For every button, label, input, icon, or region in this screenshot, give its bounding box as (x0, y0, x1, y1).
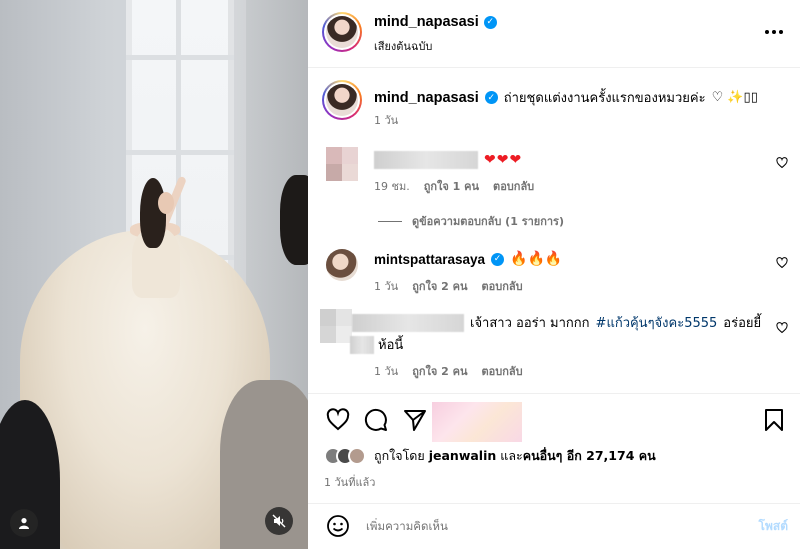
author-username[interactable]: mind_napasasi (374, 14, 479, 30)
verified-icon: ✓ (483, 15, 497, 29)
view-replies-dash (378, 220, 402, 222)
media-person (220, 380, 308, 549)
comment-meta: 1 วัน ถูกใจ 2 คน ตอบกลับ (374, 362, 523, 380)
comment-username-hidden[interactable] (374, 151, 478, 169)
likes-prefix: ถูกใจโดย (374, 448, 425, 463)
more-icon (772, 30, 776, 34)
comment-input[interactable] (366, 515, 726, 537)
comment-avatar[interactable] (326, 147, 358, 181)
media-window-frame (126, 150, 234, 155)
comment-time[interactable]: 1 วัน (374, 362, 398, 380)
comment-text-line2: ห้อนี้ (378, 338, 404, 353)
post-header: mind_napasasi ✓ เสียงต้นฉบับ (308, 0, 800, 68)
comment-time[interactable]: 1 วัน (374, 277, 398, 295)
more-options-button[interactable] (762, 22, 786, 42)
verified-icon: ✓ (484, 91, 498, 104)
reply-button[interactable]: ตอบกลับ (493, 177, 534, 195)
post-actions: ถูกใจโดย jeanwalin และคนอื่นๆ อีก 27,174… (308, 393, 800, 503)
comment-text: เจ้าสาว ออร่า มากกก (470, 316, 590, 331)
comment-line: ❤❤❤ (374, 151, 522, 169)
author-avatar[interactable] (322, 12, 362, 52)
comment-likes[interactable]: ถูกใจ 2 คน (412, 362, 467, 380)
user-tag-button[interactable] (10, 509, 38, 537)
caption-username[interactable]: mind_napasasi (374, 90, 479, 106)
send-icon[interactable] (403, 408, 427, 432)
comment-likes[interactable]: ถูกใจ 1 คน (424, 177, 479, 195)
liker-username[interactable]: jeanwalin (429, 448, 497, 463)
comment-text-cont: อร่อยยี้ (723, 316, 762, 331)
likes-text: ถูกใจโดย jeanwalin และคนอื่นๆ อีก 27,174… (374, 446, 656, 466)
liker-avatar (348, 447, 366, 465)
comment-meta: 1 วัน ถูกใจ 2 คน ตอบกลับ (374, 277, 523, 295)
mute-button[interactable] (265, 507, 293, 535)
caption-time[interactable]: 1 วัน (374, 111, 398, 129)
view-replies-label: ดูข้อความตอบกลับ (1 รายการ) (412, 215, 564, 228)
comments-list[interactable]: mind_napasasi ✓ ถ่ายชุดแต่งงานครั้งแรกขอ… (308, 69, 800, 393)
comment-like-icon[interactable] (776, 157, 788, 169)
post-date[interactable]: 1 วันที่แล้ว (324, 473, 375, 491)
emoji-icon[interactable] (326, 514, 350, 538)
audio-label[interactable]: เสียงต้นฉบับ (374, 37, 432, 55)
author-avatar[interactable] (322, 80, 362, 120)
mute-icon (272, 514, 286, 528)
caption-line: mind_napasasi ✓ ถ่ายชุดแต่งงานครั้งแรกขอ… (374, 87, 758, 108)
comment-like-icon[interactable] (776, 257, 788, 269)
likes-others[interactable]: คนอื่นๆ อีก 27,174 คน (523, 448, 656, 463)
post-panel: mind_napasasi ✓ เสียงต้นฉบับ mind_napasa… (308, 0, 800, 549)
comment-text: 🔥🔥🔥 (510, 251, 563, 267)
comment-username[interactable]: mintspattarasaya (374, 252, 485, 267)
blurred-sticker (432, 402, 522, 442)
view-replies-button[interactable]: ดูข้อความตอบกลับ (1 รายการ) (378, 212, 564, 230)
comment-text: ❤❤❤ (484, 152, 523, 168)
post-comment-button[interactable]: โพสต์ (759, 517, 788, 536)
comment-username-hidden[interactable] (352, 313, 464, 332)
author-username-row: mind_napasasi ✓ (374, 14, 497, 30)
comment-likes[interactable]: ถูกใจ 2 คน (412, 277, 467, 295)
more-icon (779, 30, 783, 34)
comment-avatar[interactable] (320, 309, 352, 343)
reply-button[interactable]: ตอบกลับ (482, 277, 523, 295)
reply-button[interactable]: ตอบกลับ (482, 362, 523, 380)
comment-like-icon[interactable] (776, 322, 788, 334)
comment-hashtag[interactable]: #แก้วคุ้นๆจังคะ5555 (596, 312, 718, 333)
caption-emoji: ♡ ✨▯▯ (711, 90, 758, 105)
add-comment-bar: โพสต์ (308, 503, 800, 549)
comment-time[interactable]: 19 ชม. (374, 177, 410, 195)
bookmark-icon[interactable] (762, 408, 786, 432)
likes-middle: และ (500, 448, 523, 463)
media-person (280, 175, 308, 265)
verified-icon: ✓ (491, 252, 505, 266)
heart-icon[interactable] (326, 408, 350, 432)
comment-line: mintspattarasaya ✓ 🔥🔥🔥 (374, 251, 562, 267)
comment-avatar[interactable] (326, 249, 358, 281)
comment-avatar-hidden (350, 335, 374, 354)
user-icon (19, 518, 29, 529)
caption-text: ถ่ายชุดแต่งงานครั้งแรกของหมวยค่ะ (503, 91, 706, 106)
media-figure (158, 192, 174, 214)
comment-meta: 19 ชม. ถูกใจ 1 คน ตอบกลับ (374, 177, 534, 195)
liker-avatars[interactable] (324, 447, 366, 465)
likes-summary: ถูกใจโดย jeanwalin และคนอื่นๆ อีก 27,174… (324, 446, 656, 466)
media-window-frame (126, 55, 234, 60)
comment-line-2: ห้อนี้ (350, 334, 404, 355)
more-icon (765, 30, 769, 34)
post-media[interactable] (0, 0, 308, 549)
comment-icon[interactable] (364, 408, 388, 432)
comment-line: เจ้าสาว ออร่า มากกก #แก้วคุ้นๆจังคะ5555 … (352, 312, 761, 333)
